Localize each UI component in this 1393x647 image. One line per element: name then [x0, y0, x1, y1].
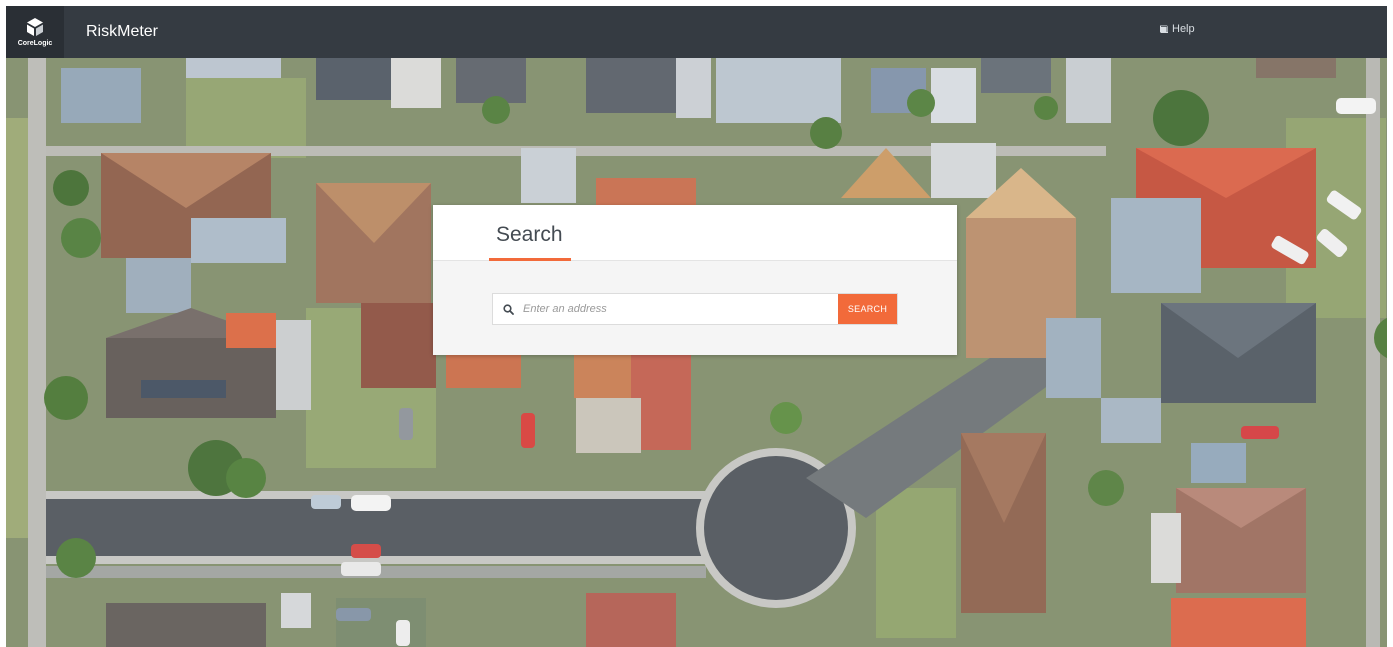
logo-text: CoreLogic: [17, 40, 53, 47]
address-input[interactable]: [523, 294, 838, 324]
search-card-header: Search: [433, 205, 957, 261]
corelogic-logo[interactable]: CoreLogic: [6, 6, 64, 58]
help-label: Help: [1172, 23, 1195, 35]
help-link[interactable]: Help: [1159, 23, 1195, 35]
corelogic-logo-icon: [27, 18, 43, 36]
top-nav-bar: CoreLogic RiskMeter Help: [6, 6, 1387, 58]
search-bar: SEARCH: [492, 293, 898, 325]
book-icon: [1160, 25, 1168, 33]
search-title: Search: [496, 223, 563, 246]
search-card: Search SEARCH: [433, 205, 957, 355]
search-icon: [502, 303, 514, 315]
app-title[interactable]: RiskMeter: [86, 23, 158, 41]
search-icon-container: [493, 294, 523, 324]
search-button[interactable]: SEARCH: [838, 294, 897, 324]
search-title-underline: [489, 258, 571, 261]
